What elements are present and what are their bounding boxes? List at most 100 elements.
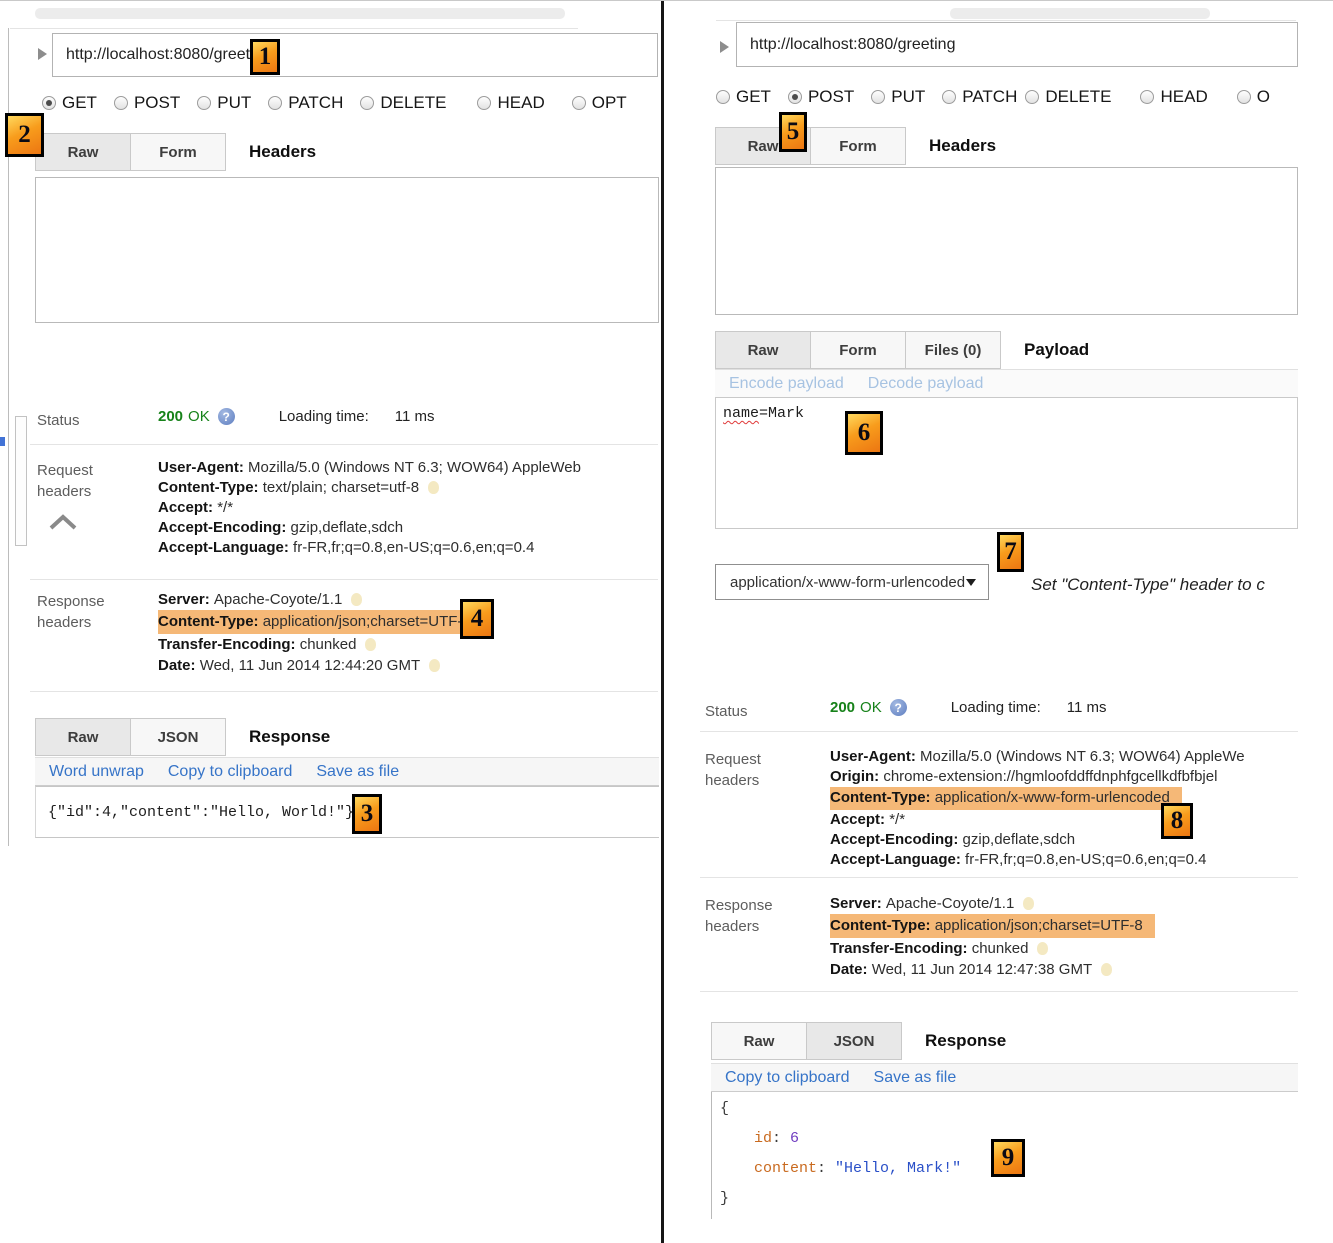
tab-payload-raw[interactable]: Raw [715, 331, 811, 369]
decode-payload-link[interactable]: Decode payload [868, 375, 984, 393]
radio-icon[interactable] [197, 96, 211, 110]
payload-text: name=Mark [723, 405, 804, 422]
header-row: Accept-Languagefr-FR,fr;q=0.8,en-US;q=0.… [830, 850, 1333, 870]
status-help-icon[interactable]: ? [890, 699, 907, 716]
radio-icon[interactable] [360, 96, 374, 110]
radio-icon[interactable] [942, 90, 956, 104]
radio-icon[interactable] [1025, 90, 1039, 104]
radio-icon[interactable] [572, 96, 586, 110]
method-get[interactable]: GET [716, 87, 771, 107]
method-head[interactable]: HEAD [477, 93, 544, 113]
loading-time-label: Loading time: [951, 699, 1041, 716]
tab-headers-form[interactable]: Form [810, 127, 906, 165]
url-expand-arrow-icon[interactable] [38, 48, 47, 60]
divider-line [700, 991, 1298, 992]
rest-client-comparison-screenshot: http://localhost:8080/greeting 1 GET POS… [0, 0, 1333, 1243]
method-get[interactable]: GET [42, 93, 97, 113]
header-row: Accept-Languagefr-FR,fr;q=0.8,en-US;q=0.… [158, 538, 658, 558]
word-unwrap-link[interactable]: Word unwrap [49, 763, 144, 781]
status-row: 200 OK ? Loading time: 11 ms [830, 699, 1107, 716]
url-input[interactable]: http://localhost:8080/greeting [52, 33, 658, 77]
divider-line [700, 877, 1298, 878]
response-headers-label: Response headers [705, 895, 785, 937]
response-headers-label: Response headers [37, 591, 117, 633]
radio-icon[interactable] [477, 96, 491, 110]
header-row: Accept-Encodinggzip,deflate,sdch [158, 518, 658, 538]
header-row: Accept*/* [830, 810, 1333, 830]
post-request-panel: http://localhost:8080/greeting GET POST … [664, 1, 1333, 1243]
method-options[interactable]: O [1237, 87, 1270, 107]
method-put[interactable]: PUT [197, 93, 251, 113]
divider-line [30, 444, 658, 445]
content-type-value: application/x-www-form-urlencoded [730, 574, 965, 591]
vertical-scrollbar[interactable] [15, 416, 27, 546]
divider-line [716, 20, 1296, 21]
header-row: Accept-Encodinggzip,deflate,sdch [830, 830, 1333, 850]
scroll-marker [0, 437, 5, 446]
method-delete[interactable]: DELETE [360, 93, 446, 113]
header-row: ServerApache-Coyote/1.1 [830, 893, 1333, 914]
status-text: OK [188, 408, 210, 425]
annotation-badge-6: 6 [845, 411, 883, 455]
json-line: } [720, 1184, 1298, 1214]
annotation-badge-9: 9 [991, 1139, 1025, 1177]
collapse-chevron-icon[interactable] [48, 513, 78, 536]
method-post[interactable]: POST [788, 87, 854, 107]
tab-headers-form[interactable]: Form [130, 133, 226, 171]
header-row: Accept*/* [158, 498, 658, 518]
response-tabs: Raw JSON Response [35, 718, 330, 756]
tab-response-json[interactable]: JSON [806, 1022, 902, 1060]
headers-tabs: Raw Form Headers [35, 133, 316, 171]
radio-selected-icon[interactable] [788, 90, 802, 104]
response-section-title: Response [249, 727, 330, 747]
header-row: DateWed, 11 Jun 2014 12:44:20 GMT [158, 655, 658, 676]
tab-headers-raw[interactable]: Raw [35, 133, 131, 171]
response-actions-bar: Copy to clipboard Save as file [711, 1063, 1298, 1092]
horizontal-scrollbar[interactable] [950, 8, 1210, 19]
hint-bulb-icon [428, 481, 439, 494]
loading-time-label: Loading time: [279, 408, 369, 425]
url-input[interactable]: http://localhost:8080/greeting [736, 22, 1298, 67]
tab-payload-form[interactable]: Form [810, 331, 906, 369]
save-as-file-link[interactable]: Save as file [316, 763, 399, 781]
divider-line [10, 28, 578, 29]
content-type-select[interactable]: application/x-www-form-urlencoded [715, 564, 989, 600]
header-row: Content-Typetext/plain; charset=utf-8 [158, 478, 658, 498]
payload-textarea[interactable]: name=Mark [715, 397, 1298, 529]
radio-icon[interactable] [1140, 90, 1154, 104]
headers-textarea[interactable] [35, 177, 659, 323]
method-patch[interactable]: PATCH [268, 93, 343, 113]
copy-to-clipboard-link[interactable]: Copy to clipboard [168, 763, 293, 781]
horizontal-scrollbar[interactable] [35, 8, 565, 19]
method-delete[interactable]: DELETE [1025, 87, 1111, 107]
payload-section-title: Payload [1024, 340, 1089, 360]
method-options[interactable]: OPT [572, 93, 627, 113]
radio-icon[interactable] [871, 90, 885, 104]
save-as-file-link[interactable]: Save as file [874, 1069, 957, 1087]
radio-icon[interactable] [1237, 90, 1251, 104]
tab-response-raw[interactable]: Raw [711, 1022, 807, 1060]
response-actions-bar: Word unwrap Copy to clipboard Save as fi… [35, 757, 659, 786]
status-help-icon[interactable]: ? [218, 408, 235, 425]
encode-payload-link[interactable]: Encode payload [729, 375, 844, 393]
url-expand-arrow-icon[interactable] [720, 41, 729, 53]
tab-payload-files[interactable]: Files (0) [905, 331, 1001, 369]
response-headers-list: ServerApache-Coyote/1.1 Content-Typeappl… [158, 589, 658, 676]
method-put[interactable]: PUT [871, 87, 925, 107]
tab-response-json[interactable]: JSON [130, 718, 226, 756]
headers-textarea[interactable] [715, 167, 1298, 315]
radio-icon[interactable] [716, 90, 730, 104]
divider-line [30, 691, 658, 692]
method-head[interactable]: HEAD [1140, 87, 1207, 107]
hint-bulb-icon [351, 593, 362, 606]
radio-icon[interactable] [114, 96, 128, 110]
headers-tabs: Raw Form Headers [715, 127, 996, 165]
method-post[interactable]: POST [114, 93, 180, 113]
method-patch[interactable]: PATCH [942, 87, 1017, 107]
method-radio-group: GET POST PUT PATCH DELETE HEAD O [716, 87, 1287, 107]
radio-icon[interactable] [268, 96, 282, 110]
tab-response-raw[interactable]: Raw [35, 718, 131, 756]
copy-to-clipboard-link[interactable]: Copy to clipboard [725, 1069, 850, 1087]
hint-bulb-icon [429, 659, 440, 672]
radio-selected-icon[interactable] [42, 96, 56, 110]
